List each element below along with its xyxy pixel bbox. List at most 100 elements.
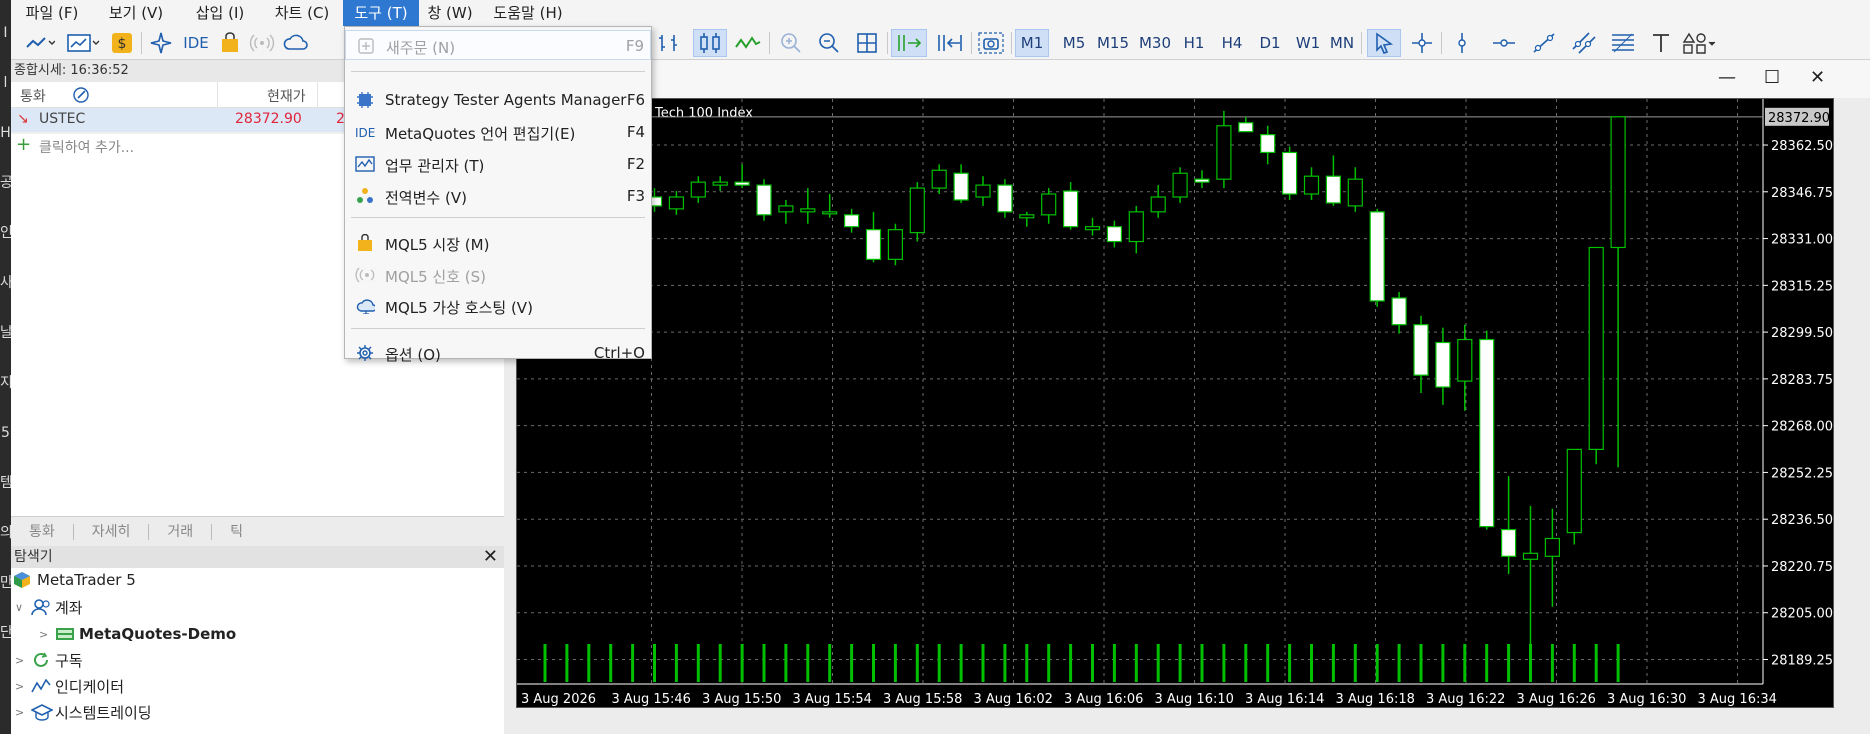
- candle-bear: [1391, 297, 1407, 326]
- tools-menu-item-1[interactable]: Strategy Tester Agents Manager F6: [345, 85, 651, 115]
- timeframe-mn[interactable]: MN: [1325, 29, 1359, 57]
- chart-canvas[interactable]: 28362.50 28346.75 28331.00 28315.25 28299.50…: [517, 99, 1835, 709]
- timeframe-h4[interactable]: H4: [1215, 29, 1249, 57]
- price-chart[interactable]: 28362.50 28346.75 28331.00 28315.25 28299.50…: [516, 98, 1834, 708]
- tools-menu-item-4[interactable]: 전역변수 (V) F3: [345, 181, 651, 211]
- global-variables-icon: [355, 187, 375, 205]
- cloud-icon[interactable]: [281, 29, 311, 57]
- candle-bear: [1281, 151, 1298, 195]
- indicators-icon: [31, 677, 55, 695]
- cursor-arrow-icon[interactable]: [1367, 29, 1401, 57]
- screenshot-camera-icon[interactable]: [975, 29, 1007, 57]
- timeframe-w1[interactable]: W1: [1291, 29, 1325, 57]
- menu-0[interactable]: 파일 (F): [11, 0, 93, 26]
- market-watch-tab-0[interactable]: 통화: [11, 523, 74, 540]
- menu-5[interactable]: 창 (W): [419, 0, 481, 26]
- tree-root[interactable]: MetaTrader 5: [13, 569, 136, 591]
- close-icon[interactable]: ✕: [483, 546, 498, 568]
- menu-3[interactable]: 차트 (C): [261, 0, 343, 26]
- crosshair-icon[interactable]: [1407, 29, 1437, 57]
- text-icon[interactable]: [1647, 29, 1675, 57]
- chevron-right-icon[interactable]: >: [15, 706, 31, 719]
- column-bid[interactable]: 현재가: [267, 86, 306, 106]
- auto-scroll-icon[interactable]: [891, 29, 927, 57]
- chip-icon: [355, 91, 375, 109]
- chevron-right-icon[interactable]: >: [15, 654, 31, 667]
- candle-bear: [1413, 324, 1429, 376]
- line-chart-dropdown-icon[interactable]: [23, 29, 57, 57]
- dollar-icon[interactable]: $: [109, 29, 135, 57]
- market-watch-tab-2[interactable]: 거래: [149, 523, 213, 540]
- candle-bull: [1522, 552, 1539, 560]
- close-icon[interactable]: ✕: [1810, 67, 1825, 88]
- tools-menu-item-5[interactable]: MQL5 시장 (M): [345, 228, 651, 258]
- fibonacci-icon[interactable]: [1607, 29, 1639, 57]
- tree-subscriptions[interactable]: > 구독: [15, 649, 83, 671]
- tree-accounts[interactable]: ∨ 계좌: [15, 596, 83, 618]
- timeframe-h1[interactable]: H1: [1177, 29, 1211, 57]
- tools-menu-item-8[interactable]: 옵션 (O) Ctrl+O: [345, 338, 651, 368]
- chevron-down-icon[interactable]: ∨: [15, 601, 31, 614]
- edit-list-icon[interactable]: [71, 85, 91, 109]
- chevron-right-icon[interactable]: >: [39, 628, 55, 641]
- candle-bull: [1610, 116, 1626, 249]
- zoom-out-icon[interactable]: [813, 29, 845, 57]
- tree-server[interactable]: > MetaQuotes-Demo: [39, 623, 236, 645]
- candle-bear: [1369, 211, 1385, 302]
- menu-6[interactable]: 도움말 (H): [481, 0, 575, 26]
- edge-glyph: I: [3, 25, 8, 41]
- market-watch-tab-1[interactable]: 자세히: [74, 523, 150, 540]
- market-bag-icon[interactable]: [217, 29, 243, 57]
- chart-shift-icon[interactable]: [931, 29, 967, 57]
- menu-1[interactable]: 보기 (V): [93, 0, 179, 26]
- horizontal-line-icon[interactable]: [1489, 29, 1519, 57]
- candle-bull: [1041, 193, 1057, 216]
- sparkle-ai-icon[interactable]: [147, 29, 175, 57]
- candle-bear: [997, 184, 1013, 213]
- column-symbol[interactable]: 통화: [20, 86, 46, 106]
- vertical-line-icon[interactable]: [1447, 29, 1477, 57]
- menu-4[interactable]: 도구 (T): [343, 0, 419, 26]
- tree-expert-advisors[interactable]: > 시스템트레이딩: [15, 701, 152, 723]
- timeframe-m5[interactable]: M5: [1057, 29, 1091, 57]
- zoom-in-icon[interactable]: [775, 29, 807, 57]
- signals-icon[interactable]: [247, 29, 277, 57]
- edge-glyph: 의: [0, 525, 11, 541]
- y-tick-label: 28315.25: [1771, 279, 1833, 294]
- candle-bear: [953, 172, 969, 201]
- trend-line-icon[interactable]: [1529, 29, 1559, 57]
- chart-template-icon[interactable]: [65, 29, 101, 57]
- tools-menu-item-0[interactable]: 새주문 (N) F9: [345, 30, 651, 60]
- minimize-icon[interactable]: —: [1718, 67, 1736, 88]
- candle-bull: [1303, 175, 1320, 195]
- y-tick-label: 28205.00: [1771, 607, 1833, 622]
- new-order-icon: [356, 37, 376, 55]
- grid-icon[interactable]: [851, 29, 883, 57]
- tools-menu-item-2[interactable]: IDE MetaQuotes 언어 편집기(E) F4: [345, 117, 651, 147]
- bid-price: 28372.90: [235, 111, 302, 127]
- ide-button[interactable]: IDE: [179, 29, 213, 57]
- x-tick-label: 3 Aug 16:02: [974, 692, 1053, 707]
- y-tick-label: 28220.75: [1771, 560, 1833, 575]
- line-chart-icon[interactable]: [731, 29, 765, 57]
- timeframe-d1[interactable]: D1: [1253, 29, 1287, 57]
- shapes-dropdown-icon[interactable]: [1679, 29, 1719, 57]
- timeframe-m30[interactable]: M30: [1135, 29, 1175, 57]
- market-watch-tab-3[interactable]: 틱: [212, 524, 261, 540]
- tree-indicators[interactable]: > 인디케이터: [15, 675, 124, 697]
- candlestick-chart-icon[interactable]: [693, 29, 727, 57]
- bar-chart-icon[interactable]: [654, 29, 688, 57]
- chevron-right-icon[interactable]: >: [15, 680, 31, 693]
- candle-bear: [1194, 178, 1210, 183]
- channel-icon[interactable]: [1569, 29, 1599, 57]
- x-tick-label: 3 Aug 16:06: [1064, 692, 1143, 707]
- tools-menu-item-7[interactable]: MQL5 가상 호스팅 (V): [345, 291, 651, 321]
- timeframe-m15[interactable]: M15: [1093, 29, 1133, 57]
- x-tick-label: 3 Aug 16:10: [1155, 692, 1234, 707]
- tools-menu-item-6[interactable]: MQL5 신호 (S): [345, 260, 651, 290]
- tools-menu-item-3[interactable]: 업무 관리자 (T) F2: [345, 149, 651, 179]
- candle-bear: [865, 229, 882, 260]
- timeframe-m1[interactable]: M1: [1015, 29, 1049, 57]
- maximize-icon[interactable]: ☐: [1764, 67, 1780, 88]
- menu-2[interactable]: 삽입 (I): [179, 0, 261, 26]
